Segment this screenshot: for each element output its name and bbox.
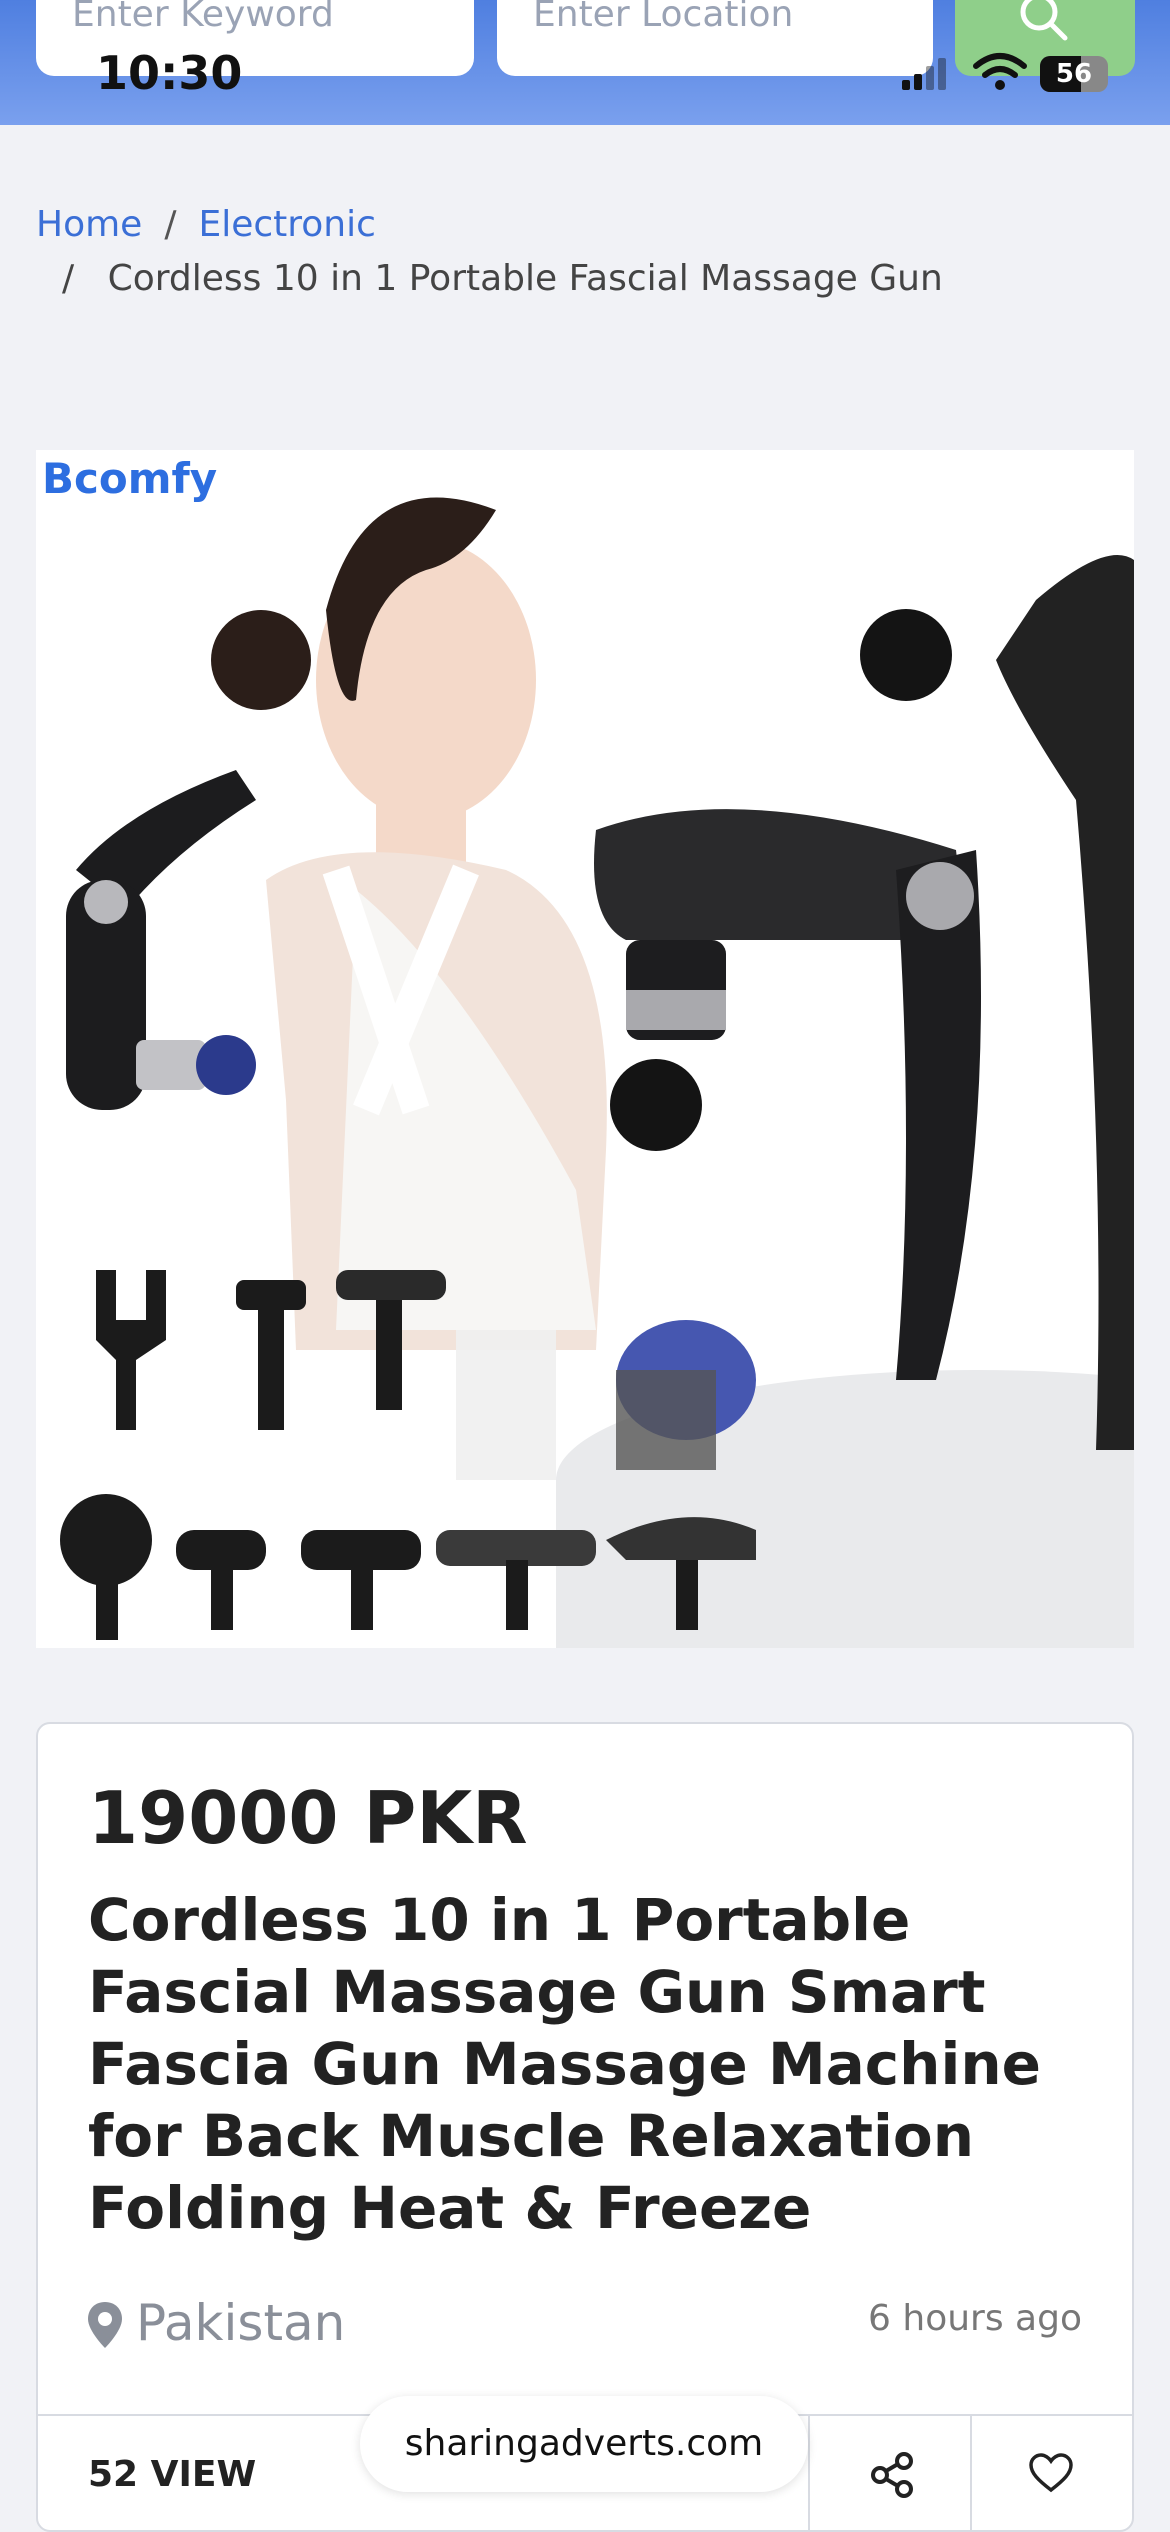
breadcrumb-home-link[interactable]: Home <box>36 204 142 245</box>
share-button[interactable] <box>808 2416 972 2532</box>
breadcrumb-separator: / <box>62 258 75 299</box>
status-time: 10:30 <box>96 46 243 100</box>
posted-time: 6 hours ago <box>868 2298 1082 2339</box>
status-icons: 56 <box>900 52 1120 96</box>
browser-url-bar[interactable]: sharingadverts.com <box>360 2396 808 2492</box>
wifi-icon <box>973 53 1027 90</box>
location-placeholder: Enter Location <box>533 0 794 35</box>
search-icon <box>1020 0 1068 41</box>
keyword-placeholder: Enter Keyword <box>72 0 334 35</box>
listing-title: Cordless 10 in 1 Portable Fascial Massag… <box>88 1886 1041 2242</box>
listing-location: Pakistan <box>88 2294 345 2352</box>
battery-level: 56 <box>1055 59 1093 89</box>
view-count: 52 VIEW <box>88 2454 257 2495</box>
breadcrumb-category-link[interactable]: Electronic <box>198 204 375 245</box>
heart-icon <box>1029 2453 1073 2493</box>
breadcrumb-current: / Cordless 10 in 1 Portable Fascial Mass… <box>62 252 943 306</box>
product-photo <box>60 497 1134 1648</box>
listing-price: 19000 PKR <box>88 1776 528 1860</box>
breadcrumb-separator: / <box>164 204 177 245</box>
share-icon <box>871 2452 913 2498</box>
breadcrumb-current-label: Cordless 10 in 1 Portable Fascial Massag… <box>107 258 943 299</box>
favorite-button[interactable] <box>972 2416 1132 2532</box>
top-header: Enter Keyword Enter Location 10:30 56 <box>0 0 1170 125</box>
location-pin-icon <box>88 2302 122 2348</box>
battery-icon: 56 <box>1040 56 1108 92</box>
brand-logo: Bcomfy <box>42 454 218 503</box>
location-search-input[interactable]: Enter Location <box>497 0 933 76</box>
breadcrumb: Home / Electronic / Cordless 10 in 1 Porta… <box>36 198 943 299</box>
location-label: Pakistan <box>136 2294 346 2352</box>
product-image[interactable]: Bcomfy <box>36 450 1134 1648</box>
